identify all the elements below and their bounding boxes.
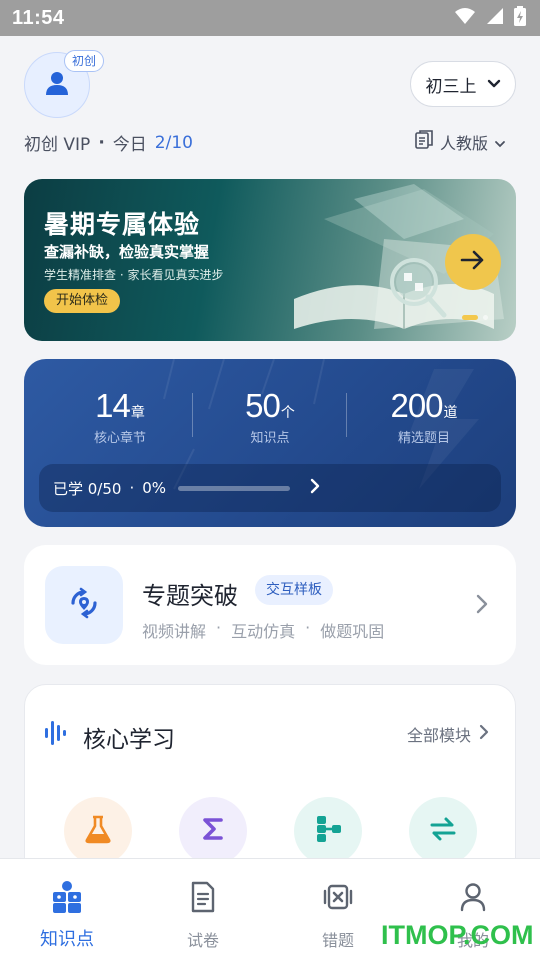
watermark: ITMOP.COM [381, 920, 534, 950]
mistake-box-icon [288, 879, 388, 915]
flask-icon [82, 813, 114, 849]
feature-video: 视频讲解 [142, 622, 207, 641]
user-level: 初创 VIP [24, 135, 91, 155]
course-stats-card[interactable]: 14章 核心章节 50个 知识点 200道 精选题目 已学 0/50 · 0% [24, 359, 516, 527]
stat-unit: 章 [130, 405, 145, 421]
stat-questions: 200道 精选题目 [359, 387, 489, 446]
all-modules-label: 全部模块 [406, 726, 471, 745]
edition-label: 人教版 [439, 134, 488, 153]
promo-banner[interactable]: 暑期专属体验 查漏补缺，检验真实掌握 学生精准排查 · 家长看见真实进步 开始体… [24, 179, 516, 341]
carousel-dot [483, 315, 488, 320]
progress-bar [178, 485, 291, 491]
feature-separator: · [305, 618, 311, 637]
stat-divider [346, 393, 347, 437]
nav-papers[interactable]: 试卷 [153, 879, 253, 951]
nav-mistakes[interactable]: 错题 [288, 879, 388, 951]
audio-bars-icon [45, 719, 71, 751]
edition-select[interactable]: 人教版 [414, 130, 506, 154]
separator-dot: · [129, 479, 135, 497]
document-icon [153, 879, 253, 915]
avatar-badge: 初创 [64, 50, 105, 72]
stat-unit: 道 [443, 405, 458, 421]
nav-label: 错题 [321, 931, 354, 950]
chevron-down-icon [487, 74, 501, 94]
carousel-dot-active [462, 315, 478, 320]
stat-chapters: 14章 核心章节 [55, 387, 185, 446]
chevron-right-icon [310, 478, 320, 498]
carousel-indicator [462, 315, 488, 320]
banner-title: 暑期专属体验 [44, 210, 201, 239]
module-chemistry[interactable] [64, 797, 132, 865]
stat-value: 200 [390, 387, 443, 424]
banner-description: 学生精准排查 · 家长看见真实进步 [44, 268, 224, 282]
user-icon [43, 69, 71, 101]
separator-dot: · [98, 132, 105, 153]
user-status-line: 初创 VIP · 今日 2/10 [24, 130, 193, 156]
feature-simulation: 互动仿真 [231, 622, 296, 641]
topic-features: 视频讲解 · 互动仿真 · 做题巩固 [142, 618, 384, 642]
module-transform[interactable] [409, 797, 477, 865]
start-checkup-button[interactable]: 开始体检 [44, 289, 121, 313]
stat-unit: 个 [280, 405, 295, 421]
banner-arrow-button[interactable] [445, 234, 501, 290]
stat-label: 精选题目 [397, 431, 450, 446]
knowledge-blocks-icon [17, 879, 117, 915]
topic-title: 专题突破 [142, 582, 238, 610]
stat-label: 核心章节 [93, 431, 146, 446]
nav-label: 试卷 [186, 931, 219, 950]
sigma-icon [199, 815, 227, 847]
battery-charging-icon [514, 6, 526, 30]
location-refresh-icon [64, 583, 104, 627]
nav-label: 知识点 [40, 929, 94, 950]
stat-label: 知识点 [250, 431, 290, 446]
stat-value: 14 [95, 387, 131, 424]
topic-icon-tile [45, 566, 123, 644]
core-learning-title: 核心学习 [83, 727, 175, 753]
today-label: 今日 [112, 135, 147, 155]
learning-progress[interactable]: 已学 0/50 · 0% [39, 464, 501, 512]
chevron-right-icon [479, 724, 489, 744]
swap-icon [428, 814, 458, 848]
stat-knowledge-points: 50个 知识点 [205, 387, 335, 446]
feature-separator: · [216, 618, 222, 637]
book-icon [414, 130, 434, 154]
topic-breakthrough-card[interactable]: 专题突破 交互样板 视频讲解 · 互动仿真 · 做题巩固 [24, 545, 516, 665]
flowchart-icon [313, 814, 343, 848]
module-logic[interactable] [294, 797, 362, 865]
today-count: 2/10 [154, 132, 193, 153]
grade-select[interactable]: 初三上 [410, 61, 516, 107]
topic-tag: 交互样板 [255, 575, 333, 605]
progress-text: 已学 0/50 [53, 479, 122, 498]
module-math[interactable] [179, 797, 247, 865]
all-modules-link[interactable]: 全部模块 [407, 722, 489, 746]
status-icons [454, 6, 526, 30]
feature-practice: 做题巩固 [320, 622, 385, 641]
chevron-down-icon [494, 133, 506, 152]
grade-value: 初三上 [425, 76, 477, 97]
user-outline-icon [423, 879, 523, 915]
progress-percent: 0% [142, 479, 167, 497]
stat-divider [192, 393, 193, 437]
banner-subtitle: 查漏补缺，检验真实掌握 [44, 243, 210, 261]
status-time: 11:54 [12, 6, 65, 29]
core-learning-card: 核心学习 全部模块 [24, 684, 516, 884]
nav-knowledge[interactable]: 知识点 [17, 879, 117, 951]
wifi-icon [454, 7, 476, 29]
chevron-right-icon [476, 594, 488, 618]
stat-value: 50 [245, 387, 281, 424]
status-bar: 11:54 [0, 0, 540, 36]
signal-icon [486, 7, 504, 29]
arrow-right-icon [460, 249, 486, 275]
